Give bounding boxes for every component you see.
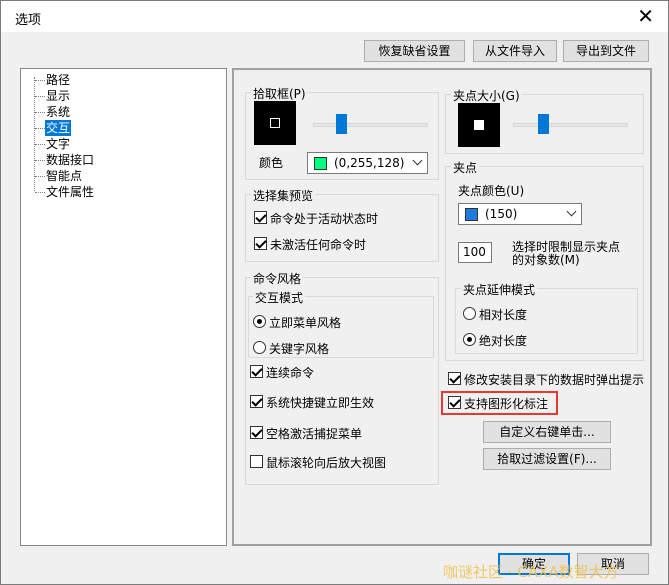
grip-color-select[interactable]: (150) (458, 203, 582, 225)
grip-title: 夹点 (451, 159, 480, 176)
tree-item-file-properties[interactable]: 文件属性 (21, 184, 221, 200)
pickbox-color-label: 颜色 (259, 156, 284, 170)
space-snap-menu-label: 空格激活捕捉菜单 (266, 427, 363, 441)
command-style-title: 命令风格 (251, 270, 304, 287)
absolute-length-radio[interactable] (463, 333, 476, 346)
modify-prompt-label: 修改安装目录下的数据时弹出提示 (464, 373, 645, 387)
no-command-checkbox[interactable] (254, 237, 267, 250)
interaction-mode-title: 交互模式 (253, 289, 306, 306)
space-snap-menu-checkbox[interactable] (250, 426, 263, 439)
wheel-zoom-label: 鼠标滚轮向后放大视图 (266, 456, 387, 470)
grip-size-track (513, 123, 628, 127)
modify-prompt-checkbox[interactable] (448, 372, 461, 385)
color-swatch-icon (314, 157, 327, 170)
chevron-down-icon (412, 155, 423, 166)
restore-defaults-button[interactable]: 恢复缺省设置 (364, 40, 465, 62)
title-bar: 选项 ✕ (1, 1, 668, 32)
keyword-style-label: 关键字风格 (269, 342, 330, 356)
watermark-text: 咖谜社区 · CAXA数智大方 (443, 563, 619, 581)
absolute-length-label: 绝对长度 (479, 334, 528, 348)
pick-filter-settings-button[interactable]: 拾取过滤设置(F)... (483, 448, 611, 470)
dialog-title: 选项 (15, 13, 42, 28)
pickbox-color-select[interactable]: (0,255,128) (307, 152, 428, 174)
active-command-checkbox[interactable] (254, 211, 267, 224)
shortcut-immediate-label: 系统快捷键立即生效 (266, 396, 375, 410)
grip-stretch-title: 夹点延伸模式 (461, 281, 538, 298)
tree-item-text[interactable]: 文字 (21, 136, 221, 152)
options-dialog: 选项 ✕ 恢复缺省设置 从文件导入 导出到文件 路径 显示 系统 交互 文字 数… (0, 0, 669, 585)
export-to-file-button[interactable]: 导出到文件 (563, 40, 649, 62)
tree-item-data-interface[interactable]: 数据接口 (21, 152, 221, 168)
graphic-note-label: 支持图形化标注 (464, 397, 549, 411)
pickbox-size-slider[interactable] (336, 114, 347, 134)
shortcut-immediate-checkbox[interactable] (250, 395, 263, 408)
no-command-label: 未激活任何命令时 (270, 238, 367, 252)
pickbox-preview (254, 101, 296, 145)
grip-preview (458, 103, 500, 147)
color-swatch-icon (465, 208, 478, 221)
selection-preview-title: 选择集预览 (251, 187, 316, 204)
pickbox-color-value: (0,255,128) (334, 156, 405, 170)
keyword-style-radio[interactable] (253, 341, 266, 354)
close-icon[interactable]: ✕ (637, 4, 654, 28)
tree-item-display[interactable]: 显示 (21, 88, 221, 104)
relative-length-label: 相对长度 (479, 308, 528, 322)
grip-color-value: (150) (485, 207, 518, 221)
grip-color-label: 夹点颜色(U) (458, 184, 525, 198)
chevron-down-icon (566, 206, 577, 217)
grip-limit-input[interactable]: 100 (458, 242, 492, 263)
pickbox-title: 拾取框(P) (251, 85, 308, 102)
immediate-menu-label: 立即菜单风格 (269, 316, 342, 330)
relative-length-radio[interactable] (463, 307, 476, 320)
continuous-command-checkbox[interactable] (250, 365, 263, 378)
tree-item-system[interactable]: 系统 (21, 104, 221, 120)
active-command-label: 命令处于活动状态时 (270, 212, 379, 226)
grip-size-slider[interactable] (538, 114, 549, 134)
tree-item-path[interactable]: 路径 (21, 72, 221, 88)
custom-right-click-button[interactable]: 自定义右键单击... (483, 421, 611, 443)
graphic-note-checkbox[interactable] (448, 396, 461, 409)
tree-item-smart-point[interactable]: 智能点 (21, 168, 221, 184)
tree-connector-line (34, 77, 35, 191)
tree-item-interaction[interactable]: 交互 (21, 120, 221, 136)
category-tree: 路径 显示 系统 交互 文字 数据接口 智能点 文件属性 (20, 68, 227, 546)
pickbox-size-track (313, 123, 428, 127)
import-from-file-button[interactable]: 从文件导入 (473, 40, 557, 62)
grip-size-title: 夹点大小(G) (451, 87, 522, 104)
wheel-zoom-checkbox[interactable] (250, 455, 263, 468)
grip-limit-label-line2: 的对象数(M) (512, 253, 580, 267)
continuous-command-label: 连续命令 (266, 366, 315, 380)
immediate-menu-radio[interactable] (253, 315, 266, 328)
